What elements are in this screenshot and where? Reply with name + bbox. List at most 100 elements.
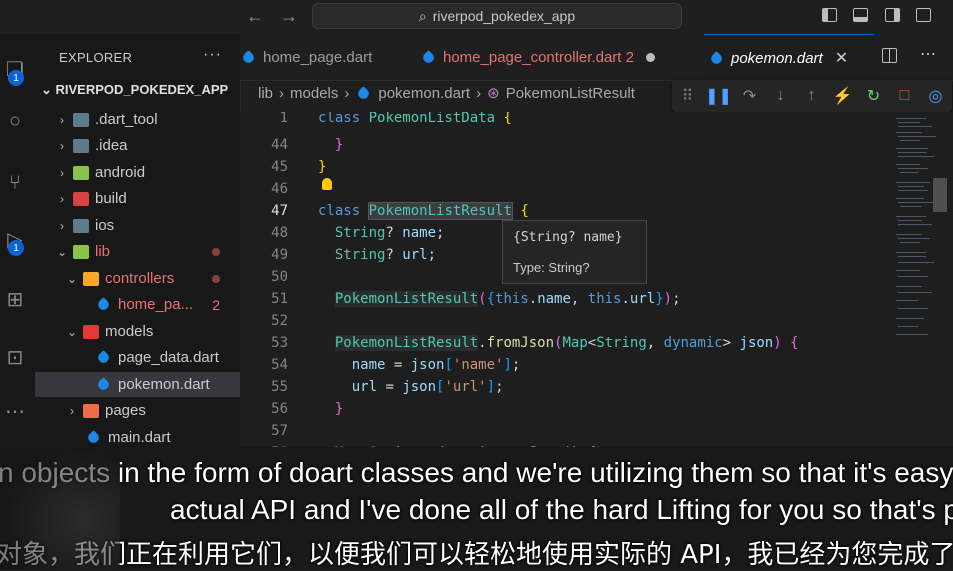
breadcrumb-lib[interactable]: lib [258,85,273,102]
dart-file-icon [356,85,372,101]
editor-scrollbar-thumb[interactable] [933,178,947,212]
workspace-root[interactable]: ⌄ RIVERPOD_POKEDEX_APP [41,82,228,98]
lightbulb-icon[interactable] [322,178,332,190]
step-into-icon[interactable]: ↓ [765,87,796,105]
chevron-right-icon: › [476,84,482,102]
tree-item-label: lib [95,243,111,260]
error-dot [212,247,220,256]
file-home-page-controller[interactable]: home_pa... 2 [35,292,240,317]
explorer-icon[interactable]: ❏1 [0,54,30,86]
chevron-down-icon: ⌄ [66,271,78,286]
chevron-down-icon: ⌄ [41,82,56,97]
toggle-secondary-sidebar-icon[interactable] [885,8,900,22]
restart-icon[interactable]: ↻ [858,86,889,106]
debug-badge: 1 [8,240,24,256]
more-icon[interactable]: ⋯ [0,396,30,426]
toggle-panel-icon[interactable] [853,8,868,22]
folder-ios[interactable]: › ios [35,213,240,238]
code-line: 55 url = json['url']; [240,376,890,398]
code-line: 56 } [240,398,890,420]
unsaved-dot-icon[interactable] [645,52,655,62]
explorer-more-actions[interactable]: ··· [203,46,222,64]
forward-arrow-icon[interactable]: → [280,6,298,27]
drag-handle-icon[interactable]: ⠿ [672,86,703,106]
chevron-right-icon: › [60,138,64,153]
code-line: 51 PokemonListResult({this.name, this.ur… [240,288,890,310]
build-folder-icon [73,191,89,206]
close-icon[interactable]: ✕ [835,48,848,68]
line-number: 57 [271,423,288,439]
folder-controllers[interactable]: ⌄ controllers [35,266,240,291]
file-pokemon[interactable]: pokemon.dart [35,372,240,397]
folder-lib[interactable]: ⌄ lib [35,239,240,264]
remote-explorer-icon[interactable]: ⊡ [0,342,30,372]
line-number: 53 [271,335,288,351]
toggle-primary-sidebar-icon[interactable] [822,8,837,22]
folder-android[interactable]: › android [35,160,240,185]
debug-toolbar: ⠿ ❚❚ ↷ ↓ ↑ ⚡ ↻ □ ◎ [672,80,952,112]
line-number: 1 [279,112,288,126]
split-editor-icon[interactable] [882,48,897,63]
error-dot [212,274,220,283]
step-out-icon[interactable]: ↑ [796,87,827,105]
source-control-icon[interactable]: ⑂ [0,168,30,198]
code-line: 57 [240,420,890,442]
extensions-icon[interactable]: ⊞ [0,284,30,314]
stop-icon[interactable]: □ [889,87,920,105]
more-actions-icon[interactable]: ⋯ [920,44,936,64]
line-number: 49 [271,247,288,263]
tree-item-label: page_data.dart [118,349,219,366]
webcam-overlay [0,447,120,569]
problem-count: 2 [212,296,220,313]
chevron-right-icon: › [279,84,285,102]
customize-layout-icon[interactable] [916,8,931,22]
hot-reload-icon[interactable]: ⚡ [827,86,858,106]
workspace-root-label: RIVERPOD_POKEDEX_APP [55,82,229,97]
folder-models[interactable]: ⌄ models [35,319,240,344]
breadcrumb-models[interactable]: models [290,85,338,102]
tree-item-label: controllers [105,270,175,287]
subtitle-line-english-2: actual API and I've done all of the hard… [170,494,953,525]
folder-idea[interactable]: › .idea [35,133,240,158]
line-number: 52 [271,313,288,329]
folder-pages[interactable]: › pages [35,398,240,423]
chevron-right-icon: › [60,218,64,233]
hover-tooltip: {String? name} Type: String? [502,220,647,284]
chevron-down-icon: ⌄ [56,244,68,259]
explorer-title: EXPLORER [59,50,133,65]
code-line: 53 PokemonListResult.fromJson(Map<String… [240,332,890,354]
folder-dart-tool[interactable]: › .dart_tool [35,107,240,132]
step-over-icon[interactable]: ↷ [734,86,765,106]
search-icon[interactable]: ○ [0,106,30,136]
search-text: riverpod_pokedex_app [432,8,576,24]
ios-folder-icon [73,218,89,233]
tab-home-page[interactable]: home_page.dart [240,34,408,80]
editor-tabs: home_page.dart home_page_controller.dart… [240,34,953,81]
tree-item-label: main.dart [108,429,171,446]
tree-item-label: ios [95,217,115,234]
breadcrumb-symbol[interactable]: PokemonListResult [506,85,635,102]
line-number: 46 [271,181,288,197]
line-number: 55 [271,379,288,395]
line-number: 51 [271,291,288,307]
breadcrumb-file[interactable]: pokemon.dart [378,85,470,102]
tab-home-page-controller[interactable]: home_page_controller.dart 2 [416,34,698,80]
dart-file-icon [86,430,101,445]
line-number: 45 [271,159,288,175]
pause-icon[interactable]: ❚❚ [703,86,734,106]
line-number: 56 [271,401,288,417]
command-center-search[interactable]: ⌕ riverpod_pokedex_app [312,3,682,29]
chevron-right-icon: › [70,403,74,418]
dart-file-icon [709,50,724,66]
devtools-icon[interactable]: ◎ [920,86,951,106]
tab-pokemon[interactable]: pokemon.dart ✕ [704,34,874,81]
title-bar: ← → ⌕ riverpod_pokedex_app [0,0,953,35]
tree-item-label: models [105,323,154,340]
folder-icon [73,138,89,153]
run-debug-icon[interactable]: ▷1 [0,224,30,256]
file-page-data[interactable]: page_data.dart [35,345,240,370]
minimap[interactable] [890,112,953,447]
dart-file-icon [421,49,436,65]
back-arrow-icon[interactable]: ← [246,6,264,27]
folder-build[interactable]: › build [35,186,240,211]
